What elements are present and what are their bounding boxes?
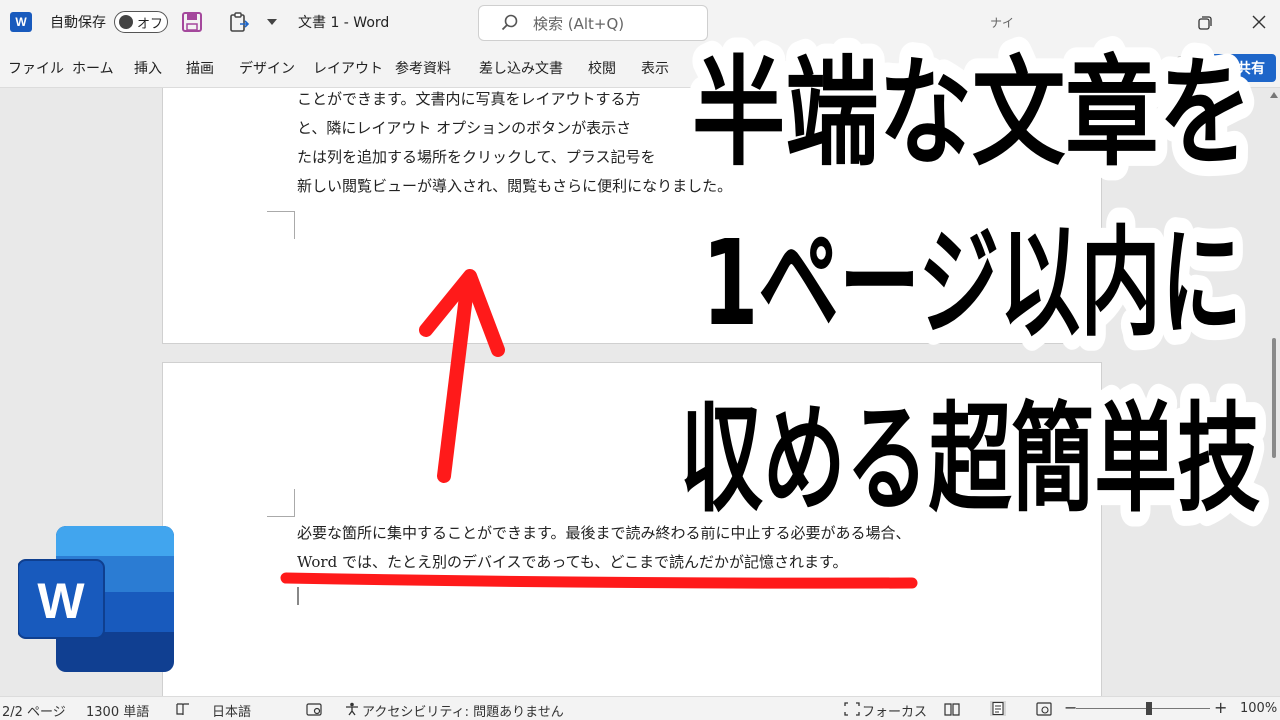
text-predictions-icon[interactable] — [306, 703, 322, 716]
zoom-slider-thumb[interactable] — [1146, 702, 1152, 715]
word-count[interactable]: 1300 単語 — [86, 701, 149, 720]
caption-line-3: 収める超簡単技 — [680, 390, 1260, 528]
thumbnail-caption: 半端な文章を 半端な文章を 1ページ以内に 1ページ以内に 収める超簡単技 収め… — [665, 29, 1275, 543]
caption-line-1: 半端な文章を — [692, 44, 1252, 182]
proofing-book-icon[interactable] — [176, 703, 190, 716]
language-indicator[interactable]: 日本語 — [212, 701, 251, 720]
print-layout-icon[interactable] — [990, 701, 1006, 716]
word-logo-icon: W — [18, 526, 174, 672]
focus-label[interactable]: フォーカス — [862, 701, 927, 720]
page-count[interactable]: 2/2 ページ — [2, 701, 66, 720]
zoom-slider[interactable] — [1076, 708, 1210, 709]
accessibility-icon[interactable] — [344, 702, 360, 716]
focus-icon[interactable] — [844, 702, 860, 716]
accessibility-status[interactable]: アクセシビリティ: 問題ありません — [362, 701, 564, 720]
zoom-level[interactable]: 100% — [1240, 701, 1277, 716]
web-layout-icon[interactable] — [1036, 702, 1052, 716]
zoom-in-icon[interactable]: + — [1214, 698, 1227, 717]
read-mode-icon[interactable] — [944, 702, 960, 716]
caption-line-2: 1ページ以内に — [702, 214, 1242, 352]
status-bar: 2/2 ページ 1300 単語 日本語 アクセシビリティ: 問題ありません フォ… — [0, 696, 1280, 720]
red-underline — [280, 572, 918, 589]
word-logo-letter: W — [37, 573, 85, 629]
